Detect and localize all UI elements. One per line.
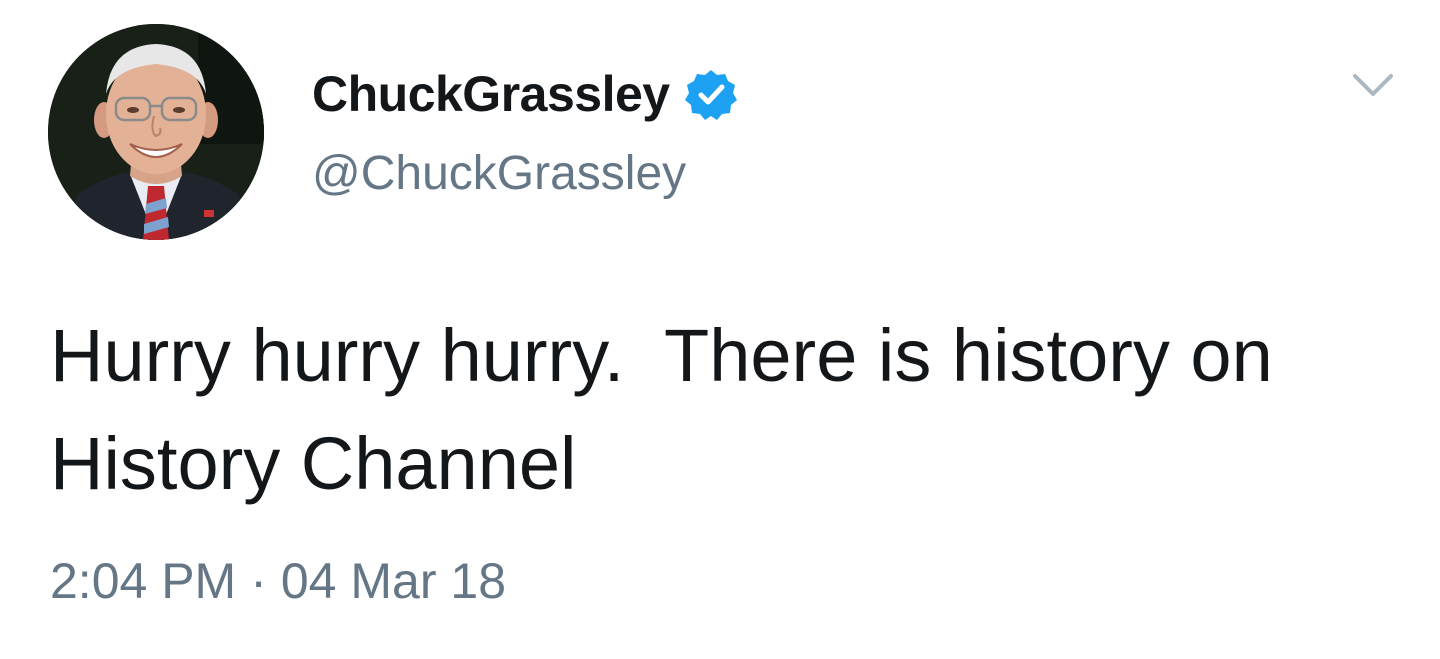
tweet-time: 2:04 PM xyxy=(50,553,237,609)
avatar[interactable] xyxy=(48,24,264,240)
chevron-down-icon[interactable] xyxy=(1348,60,1398,110)
verified-badge-icon xyxy=(684,67,738,121)
author-handle[interactable]: @ChuckGrassley xyxy=(312,146,686,201)
tweet-timestamp[interactable]: 2:04 PM · 04 Mar 18 xyxy=(50,552,506,610)
profile-photo-icon xyxy=(48,24,264,240)
display-name[interactable]: ChuckGrassley xyxy=(312,65,670,123)
timestamp-separator: · xyxy=(250,553,267,609)
tweet-text: Hurry hurry hurry. There is history on H… xyxy=(50,314,1294,505)
tweet-date: 04 Mar 18 xyxy=(280,553,506,609)
tweet-card: ChuckGrassley @ChuckGrassley Hurry hurry… xyxy=(0,0,1440,659)
author-row: ChuckGrassley xyxy=(312,62,738,126)
